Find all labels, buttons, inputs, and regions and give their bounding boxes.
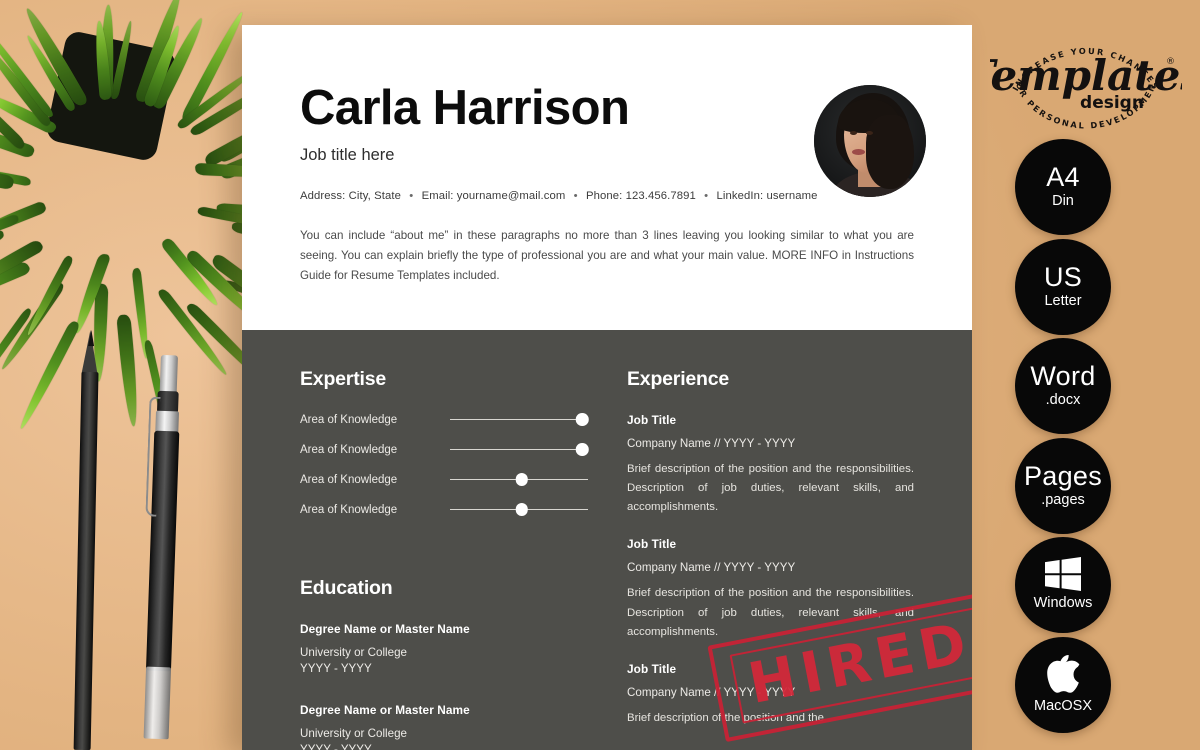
skill-slider-knob[interactable] [576,413,589,426]
skill-row: Area of Knowledge [300,443,589,456]
experience-job-title: Job Title [627,413,677,427]
templates-design-logo: INCREASE YOUR CHANCES FOR PERSONAL DEVEL… [990,22,1182,144]
skill-slider[interactable] [450,443,589,456]
badge-secondary-label: Din [1052,192,1074,209]
skill-slider-knob[interactable] [515,503,528,516]
experience-description: Brief description of the position and th… [627,463,914,514]
resume-body: Expertise Area of Knowledge Area of Knowl… [242,330,972,750]
resume-header: Carla Harrison Job title here Address: C… [242,25,972,330]
education-years: YYYY - YYYY [300,743,372,750]
badge-secondary-label: .pages [1041,491,1085,508]
potted-plant-decoration [0,0,353,466]
skill-row: Area of Knowledge [300,473,589,486]
badge-primary-label: US [1043,262,1083,293]
format-badge[interactable]: Word .docx [1015,338,1111,434]
experience-entry: Job Title Company Name // YYYY - YYYY Brie… [627,662,914,728]
skill-slider-knob[interactable] [515,473,528,486]
format-badge[interactable]: Windows [1015,537,1111,633]
plant-leaf [116,314,141,427]
skill-slider-knob[interactable] [576,443,589,456]
contact-address: Address: City, State [300,189,401,202]
screenshot-stage: Carla Harrison Job title here Address: C… [0,0,1200,750]
badge-secondary-label: Letter [1044,292,1082,309]
format-badge[interactable]: Pages .pages [1015,438,1111,534]
svg-text:®: ® [1166,57,1175,67]
badge-secondary-label: Windows [1033,595,1093,612]
experience-job-title: Job Title [627,537,677,552]
education-entry: Degree Name or Master Name University or … [300,703,589,750]
education-years: YYYY - YYYY [300,662,372,675]
skill-label: Area of Knowledge [300,503,398,516]
expertise-skill-list: Area of Knowledge Area of Knowledge Area o… [300,413,589,516]
badge-primary-label: A4 [1046,162,1080,193]
column-spacer [300,533,589,577]
experience-entry: Job Title Company Name // YYYY - YYYY Brie… [627,537,914,641]
contact-separator-1: • [409,189,414,202]
education-degree: Degree Name or Master Name [300,622,470,636]
contact-phone: Phone: 123.456.7891 [585,189,696,202]
pen-grip [143,666,172,740]
skill-slider[interactable] [450,473,588,486]
badge-secondary-label: .docx [1045,391,1081,408]
experience-heading: Experience [627,368,730,390]
education-school: University or College [300,646,407,659]
avatar [814,85,926,197]
skill-row: Area of Knowledge [300,503,589,516]
avatar-hair-side [866,115,914,189]
experience-company: Company Name // YYYY - YYYY [627,685,796,699]
pencil-body [73,371,99,750]
svg-text:design: design [1080,93,1144,113]
experience-list: Job Title Company Name // YYYY - YYYY Brie… [627,413,914,728]
badge-primary-label: Pages [1023,461,1103,492]
skill-slider[interactable] [450,413,589,426]
experience-description: Brief description of the position and th… [627,711,824,724]
experience-description: Brief description of the position and th… [627,587,914,638]
experience-job-title: Job Title [627,661,677,676]
education-school: University or College [300,727,407,740]
contact-email: Email: yourname@mail.com [421,189,566,202]
apple-logo-icon [1046,654,1080,694]
education-degree: Degree Name or Master Name [300,703,470,717]
resume-right-column: Experience Job Title Company Name // YYYY… [627,368,914,750]
windows-logo-icon [1045,557,1081,592]
plant-leaf [24,254,75,338]
badge-primary-label: Word [1030,361,1096,392]
skill-label: Area of Knowledge [300,413,398,426]
education-list: Degree Name or Master Name University or … [300,622,589,750]
skill-label: Area of Knowledge [300,443,398,456]
resume-left-column: Expertise Area of Knowledge Area of Knowl… [300,368,589,750]
avatar-eye-left [850,131,857,135]
format-badge[interactable]: US Letter [1015,239,1111,335]
resume-document: Carla Harrison Job title here Address: C… [242,25,972,750]
skill-slider-track [450,419,588,421]
skill-row: Area of Knowledge [300,413,589,426]
format-badge-rail: INCREASE YOUR CHANCES FOR PERSONAL DEVEL… [972,0,1200,750]
education-entry: Degree Name or Master Name University or … [300,622,589,675]
skill-slider-track [450,449,588,451]
experience-company: Company Name // YYYY - YYYY [627,437,796,450]
contact-linkedin: LinkedIn: username [716,189,818,202]
format-badge[interactable]: MacOSX [1015,637,1111,733]
contact-separator-3: • [704,189,709,202]
education-heading: Education [300,577,393,599]
contact-separator-2: • [573,189,578,202]
expertise-heading: Expertise [300,368,386,390]
badge-secondary-label: MacOSX [1033,697,1092,714]
skill-slider[interactable] [450,503,588,516]
avatar-eye-right [866,131,873,135]
about-me-paragraph: You can include “about me” in these para… [300,228,914,282]
format-badge[interactable]: A4 Din [1015,139,1111,235]
experience-entry: Job Title Company Name // YYYY - YYYY Brie… [627,413,914,517]
pen-decoration [141,354,183,750]
pencil-lead [87,329,94,347]
pen-plunger [159,354,178,394]
pencil-decoration [73,329,100,750]
avatar-lips [852,149,865,155]
skill-label: Area of Knowledge [300,473,398,486]
experience-company: Company Name // YYYY - YYYY [627,561,796,575]
